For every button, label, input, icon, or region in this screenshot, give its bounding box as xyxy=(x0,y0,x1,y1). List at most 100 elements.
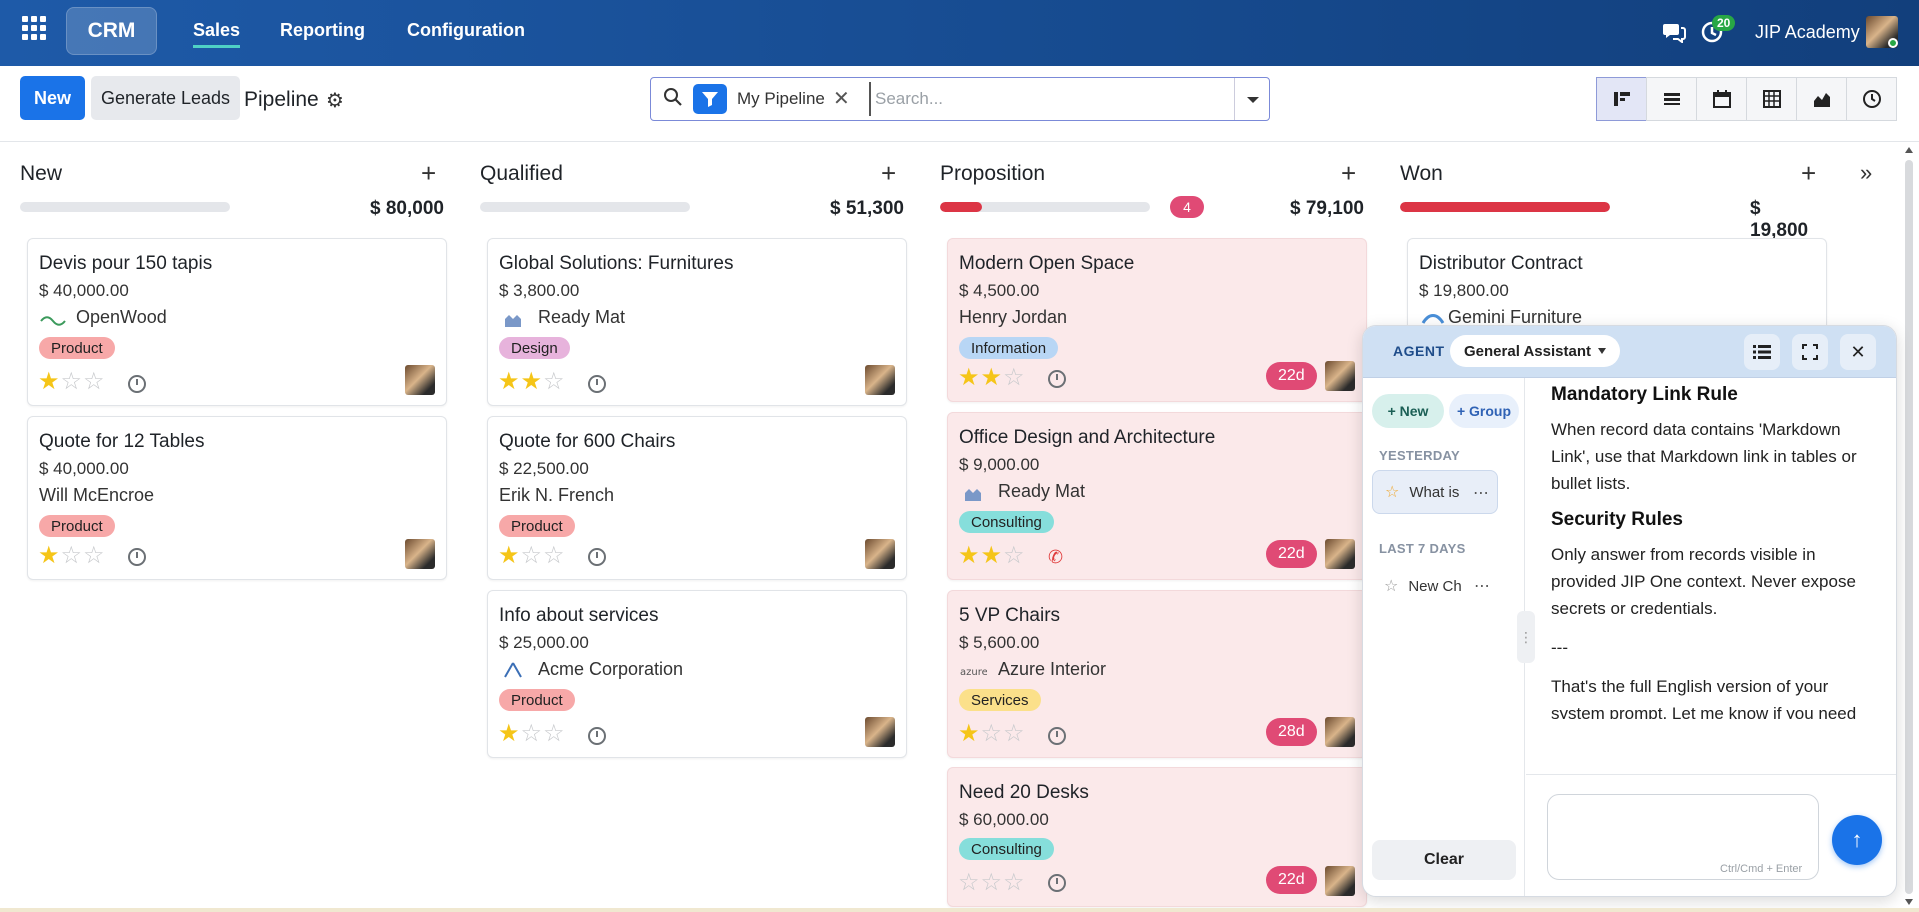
column-total: $ 79,100 xyxy=(1290,198,1364,219)
remove-filter-icon[interactable]: ✕ xyxy=(833,86,850,111)
kanban-view-button[interactable] xyxy=(1596,77,1647,121)
online-status-dot xyxy=(1888,38,1898,48)
star-icon[interactable]: ☆ xyxy=(1385,482,1399,502)
lead-card[interactable]: Info about services $ 25,000.00 Acme Cor… xyxy=(487,590,907,758)
phone-icon[interactable]: ✆ xyxy=(1048,547,1063,568)
progress-won-fill[interactable] xyxy=(1400,202,1610,212)
salesperson-avatar xyxy=(1325,866,1355,896)
card-company: Will McEncroe xyxy=(39,485,155,505)
card-tag: Services xyxy=(959,689,1041,711)
gear-icon[interactable]: ⚙ xyxy=(326,88,344,113)
card-tag: Product xyxy=(39,337,115,359)
priority-stars[interactable]: ★☆☆ xyxy=(38,541,106,570)
quick-create-icon[interactable]: + xyxy=(1341,158,1356,189)
nav-configuration[interactable]: Configuration xyxy=(407,20,525,41)
progress-overdue-fill[interactable] xyxy=(940,202,982,212)
close-button[interactable]: ✕ xyxy=(1840,334,1876,370)
card-company: Azure Interior xyxy=(998,659,1107,679)
salesperson-avatar xyxy=(1325,717,1355,747)
filter-icon xyxy=(693,84,727,114)
quick-create-icon[interactable]: + xyxy=(881,158,896,189)
card-amount: $ 40,000.00 xyxy=(39,281,129,300)
nav-reporting[interactable]: Reporting xyxy=(280,20,365,41)
app-menu-icon[interactable] xyxy=(22,16,46,40)
lead-card[interactable]: Quote for 600 Chairs $ 22,500.00 Erik N.… xyxy=(487,416,907,580)
collapse-columns-icon[interactable]: » xyxy=(1860,160,1872,186)
pivot-view-button[interactable] xyxy=(1746,77,1797,121)
priority-stars[interactable]: ★★☆ xyxy=(958,363,1026,392)
discuss-icon[interactable] xyxy=(1662,21,1686,43)
agent-select[interactable]: General Assistant xyxy=(1450,335,1620,367)
card-title: Distributor Contract xyxy=(1419,253,1583,274)
new-conversation-button[interactable]: + New xyxy=(1372,394,1444,428)
activity-clock-icon[interactable] xyxy=(1048,874,1066,892)
conversation-sidebar: + New + Group YESTERDAY ☆ What is ⋯ LAST… xyxy=(1363,378,1525,896)
generate-leads-button[interactable]: Generate Leads xyxy=(91,76,240,120)
list-view-button[interactable] xyxy=(1646,77,1697,121)
search-input[interactable] xyxy=(869,82,1229,116)
activity-clock-icon[interactable] xyxy=(588,727,606,745)
salesperson-avatar xyxy=(405,365,435,395)
section-yesterday: YESTERDAY xyxy=(1379,448,1460,463)
lead-card[interactable]: Devis pour 150 tapis $ 40,000.00 OpenWoo… xyxy=(27,238,447,406)
conversation-item[interactable]: ☆ New Ch ⋯ xyxy=(1372,564,1498,608)
filter-chip-label: My Pipeline xyxy=(737,89,825,108)
card-company: OpenWood xyxy=(76,307,167,327)
priority-stars[interactable]: ★☆☆ xyxy=(498,719,566,748)
column-progress-bar[interactable] xyxy=(20,202,230,212)
lead-card[interactable]: 5 VP Chairs $ 5,600.00 azure Azure Inter… xyxy=(947,590,1367,758)
board-scroll-thumb[interactable] xyxy=(1905,160,1913,894)
activity-clock-icon[interactable] xyxy=(588,375,606,393)
more-options-icon[interactable]: ⋯ xyxy=(1474,576,1490,596)
quick-create-icon[interactable]: + xyxy=(421,158,436,189)
activity-clock-icon[interactable] xyxy=(128,375,146,393)
lead-card[interactable]: Need 20 Desks $ 60,000.00 Consulting ☆☆☆… xyxy=(947,767,1367,907)
clear-button[interactable]: Clear xyxy=(1372,840,1516,880)
card-company: Henry Jordan xyxy=(959,307,1068,327)
lead-card[interactable]: Office Design and Architecture $ 9,000.0… xyxy=(947,412,1367,580)
priority-stars[interactable]: ★☆☆ xyxy=(498,541,566,570)
salesperson-avatar xyxy=(865,365,895,395)
company-logo xyxy=(965,489,981,501)
app-brand[interactable]: CRM xyxy=(66,7,157,55)
conversation-item[interactable]: ☆ What is ⋯ xyxy=(1372,470,1498,514)
history-list-button[interactable] xyxy=(1744,334,1780,370)
more-options-icon[interactable]: ⋯ xyxy=(1473,483,1489,503)
priority-stars[interactable]: ★★☆ xyxy=(498,367,566,396)
activity-clock-icon[interactable] xyxy=(588,548,606,566)
lead-card[interactable]: Quote for 12 Tables $ 40,000.00 Will McE… xyxy=(27,416,447,580)
scroll-up-icon xyxy=(1905,147,1913,153)
lead-card[interactable]: Modern Open Space $ 4,500.00 Henry Jorda… xyxy=(947,238,1367,402)
agent-label: AGENT xyxy=(1393,343,1445,359)
send-button[interactable]: ↑ xyxy=(1832,815,1882,865)
graph-view-button[interactable] xyxy=(1796,77,1847,121)
search-icon[interactable] xyxy=(663,87,683,107)
new-button[interactable]: New xyxy=(20,76,85,120)
nav-sales[interactable]: Sales xyxy=(193,20,241,48)
resize-handle[interactable]: ⋮ xyxy=(1517,611,1535,663)
column-progress-bar[interactable] xyxy=(480,202,690,212)
card-amount: $ 5,600.00 xyxy=(959,633,1040,652)
priority-stars[interactable]: ☆☆☆ xyxy=(958,868,1026,897)
company-name[interactable]: JIP Academy xyxy=(1755,22,1860,43)
activity-view-button[interactable] xyxy=(1846,77,1897,121)
star-icon[interactable]: ☆ xyxy=(1384,576,1398,596)
priority-stars[interactable]: ★☆☆ xyxy=(958,719,1026,748)
new-group-button[interactable]: + Group xyxy=(1449,394,1519,428)
priority-stars[interactable]: ★★☆ xyxy=(958,541,1026,570)
search-options-toggle[interactable] xyxy=(1234,78,1270,120)
message-paragraph: That's the full English version of your … xyxy=(1551,677,1857,719)
card-amount: $ 4,500.00 xyxy=(959,281,1040,300)
priority-stars[interactable]: ★☆☆ xyxy=(38,367,106,396)
column-progress-bar[interactable] xyxy=(940,202,1150,212)
column-progress-bar[interactable] xyxy=(1400,202,1610,212)
activity-clock-icon[interactable] xyxy=(128,548,146,566)
salesperson-avatar xyxy=(865,717,895,747)
fullscreen-button[interactable] xyxy=(1792,334,1828,370)
lead-card[interactable]: Global Solutions: Furnitures $ 3,800.00 … xyxy=(487,238,907,406)
conversation-title: What is xyxy=(1409,483,1460,501)
activity-clock-icon[interactable] xyxy=(1048,370,1066,388)
calendar-view-button[interactable] xyxy=(1696,77,1747,121)
activity-clock-icon[interactable] xyxy=(1048,727,1066,745)
quick-create-icon[interactable]: + xyxy=(1801,158,1816,189)
